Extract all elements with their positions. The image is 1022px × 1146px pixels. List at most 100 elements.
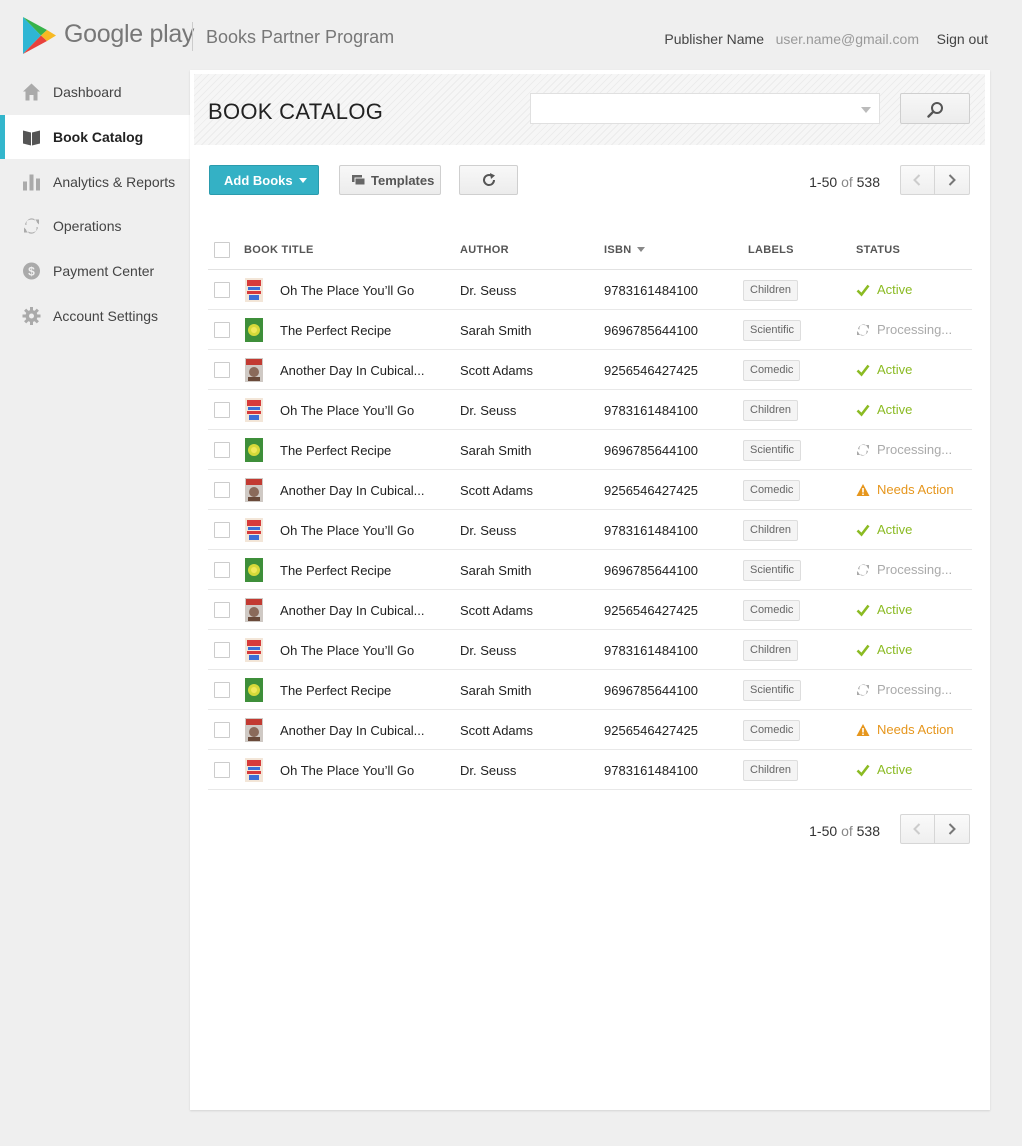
next-page-button[interactable] <box>936 815 970 843</box>
sidebar-item-book-catalog[interactable]: Book Catalog <box>0 114 190 160</box>
book-title-link[interactable]: Oh The Place You’ll Go <box>280 643 414 658</box>
book-title-link[interactable]: The Perfect Recipe <box>280 443 391 458</box>
range-of: of <box>841 823 853 839</box>
checkmark-icon <box>856 284 870 296</box>
column-header-isbn-label: ISBN <box>604 244 632 256</box>
sidebar-item-dashboard[interactable]: Dashboard <box>0 70 190 115</box>
prev-page-button[interactable] <box>901 815 935 843</box>
logo-text: Google play <box>64 20 195 48</box>
book-title-link[interactable]: Another Day In Cubical... <box>280 723 425 738</box>
author-cell: Dr. Seuss <box>460 283 517 298</box>
column-header-title[interactable]: BOOK TITLE <box>244 244 314 256</box>
sidebar-item-analytics-reports[interactable]: Analytics & Reports <box>0 159 190 204</box>
isbn-cell: 9696785644100 <box>604 563 698 578</box>
table-row[interactable]: Another Day In Cubical... Scott Adams 9256… <box>208 590 972 630</box>
column-header-labels[interactable]: LABELS <box>748 244 794 256</box>
row-checkbox[interactable] <box>214 682 230 698</box>
status-badge: Active <box>856 362 912 377</box>
row-checkbox[interactable] <box>214 322 230 338</box>
select-all-checkbox[interactable] <box>214 242 230 258</box>
column-header-isbn[interactable]: ISBN <box>604 244 646 256</box>
book-cover-icon <box>245 638 263 662</box>
gear-icon <box>22 306 41 325</box>
book-cover-icon <box>245 358 263 382</box>
next-page-button[interactable] <box>936 166 970 194</box>
row-checkbox[interactable] <box>214 362 230 378</box>
row-checkbox[interactable] <box>214 282 230 298</box>
publisher-name[interactable]: Publisher Name <box>664 31 764 47</box>
cycle-icon <box>24 218 39 235</box>
author-cell: Sarah Smith <box>460 683 532 698</box>
table-row[interactable]: Oh The Place You’ll Go Dr. Seuss 978316148… <box>208 750 972 790</box>
sign-out-link[interactable]: Sign out <box>937 31 988 47</box>
book-cover-icon <box>245 278 263 302</box>
column-header-author[interactable]: AUTHOR <box>460 244 509 256</box>
sidebar-item-account-settings[interactable]: Account Settings <box>0 293 190 338</box>
svg-text:$: $ <box>28 265 35 279</box>
book-title-link[interactable]: Oh The Place You’ll Go <box>280 763 414 778</box>
table-row[interactable]: Oh The Place You’ll Go Dr. Seuss 978316148… <box>208 270 972 310</box>
table-row[interactable]: The Perfect Recipe Sarah Smith 96967856441… <box>208 430 972 470</box>
templates-label: Templates <box>371 172 435 188</box>
book-title-link[interactable]: Another Day In Cubical... <box>280 603 425 618</box>
chevron-down-icon[interactable] <box>861 107 871 113</box>
row-checkbox[interactable] <box>214 562 230 578</box>
book-title-link[interactable]: The Perfect Recipe <box>280 683 391 698</box>
book-title-link[interactable]: Oh The Place You’ll Go <box>280 523 414 538</box>
book-cover-icon <box>245 558 263 582</box>
sidebar-item-label: Account Settings <box>53 307 159 324</box>
row-checkbox[interactable] <box>214 482 230 498</box>
book-title-link[interactable]: Another Day In Cubical... <box>280 483 425 498</box>
table-row[interactable]: Another Day In Cubical... Scott Adams 9256… <box>208 350 972 390</box>
status-badge: Active <box>856 642 912 657</box>
table-row[interactable]: Oh The Place You’ll Go Dr. Seuss 978316148… <box>208 510 972 550</box>
google-play-logo-icon[interactable] <box>23 17 57 54</box>
table-row[interactable]: Oh The Place You’ll Go Dr. Seuss 978316148… <box>208 390 972 430</box>
checkmark-icon <box>856 524 870 536</box>
row-checkbox[interactable] <box>214 722 230 738</box>
column-header-status[interactable]: STATUS <box>856 244 900 256</box>
status-badge: Processing... <box>856 562 952 577</box>
refresh-button[interactable] <box>459 165 518 195</box>
table-row[interactable]: Oh The Place You’ll Go Dr. Seuss 978316148… <box>208 630 972 670</box>
isbn-cell: 9783161484100 <box>604 523 698 538</box>
templates-button[interactable]: Templates <box>339 165 441 195</box>
range-total: 538 <box>856 174 880 190</box>
book-cover-icon <box>245 758 263 782</box>
status-text: Active <box>877 402 913 417</box>
row-checkbox[interactable] <box>214 402 230 418</box>
warning-icon <box>856 723 870 736</box>
cycle-icon <box>857 563 869 576</box>
search-button[interactable] <box>900 93 970 124</box>
add-books-button[interactable]: Add Books <box>209 165 319 195</box>
row-checkbox[interactable] <box>214 602 230 618</box>
table-row[interactable]: Another Day In Cubical... Scott Adams 9256… <box>208 470 972 510</box>
book-title-link[interactable]: Another Day In Cubical... <box>280 363 425 378</box>
author-cell: Scott Adams <box>460 723 533 738</box>
book-cover-icon <box>245 518 263 542</box>
author-cell: Dr. Seuss <box>460 403 517 418</box>
sidebar-item-payment-center[interactable]: $ Payment Center <box>0 249 190 294</box>
sidebar-item-label: Book Catalog <box>53 129 144 146</box>
search-input[interactable] <box>530 93 880 124</box>
table-row[interactable]: Another Day In Cubical... Scott Adams 9256… <box>208 710 972 750</box>
book-title-link[interactable]: Oh The Place You’ll Go <box>280 403 414 418</box>
book-icon <box>23 130 40 146</box>
row-checkbox[interactable] <box>214 522 230 538</box>
status-text: Processing... <box>877 562 953 577</box>
table-row[interactable]: The Perfect Recipe Sarah Smith 96967856441… <box>208 310 972 350</box>
pagination-controls-bottom <box>900 814 970 844</box>
table-row[interactable]: The Perfect Recipe Sarah Smith 96967856441… <box>208 550 972 590</box>
table-row[interactable]: The Perfect Recipe Sarah Smith 96967856441… <box>208 670 972 710</box>
book-title-link[interactable]: Oh The Place You’ll Go <box>280 283 414 298</box>
book-title-link[interactable]: The Perfect Recipe <box>280 323 391 338</box>
sidebar-item-operations[interactable]: Operations <box>0 204 190 249</box>
prev-page-button[interactable] <box>901 166 935 194</box>
isbn-cell: 9696785644100 <box>604 683 698 698</box>
row-checkbox[interactable] <box>214 442 230 458</box>
checkmark-icon <box>856 604 870 616</box>
row-checkbox[interactable] <box>214 642 230 658</box>
chevron-right-icon <box>948 174 956 186</box>
row-checkbox[interactable] <box>214 762 230 778</box>
book-title-link[interactable]: The Perfect Recipe <box>280 563 391 578</box>
